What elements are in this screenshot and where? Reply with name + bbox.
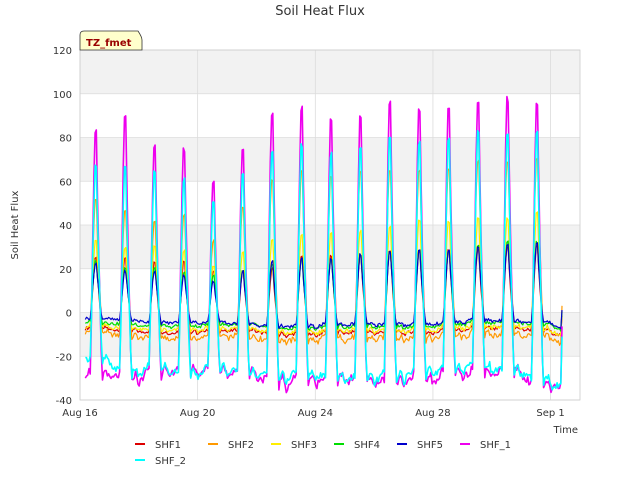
y-tick-label: 120 — [53, 46, 72, 57]
site-annotation: TZ_fmet — [79, 30, 143, 51]
site-annotation-text: TZ_fmet — [86, 38, 132, 49]
y-tick-label: -40 — [56, 396, 72, 407]
y-axis: -40 -20 0 20 40 60 80 100 120 — [53, 46, 72, 407]
legend-label: SHF_1 — [480, 440, 511, 451]
background-band — [80, 312, 580, 357]
chart-title: Soil Heat Flux — [275, 4, 365, 19]
y-tick-label: 0 — [66, 309, 72, 320]
x-tick-label: Aug 20 — [180, 408, 215, 419]
soil-heat-flux-chart: Soil Heat Flux Soil Heat Flux Time -40 -2… — [0, 0, 640, 480]
x-axis-label: Time — [553, 425, 578, 436]
y-tick-label: -20 — [56, 352, 72, 363]
chart-svg: Soil Heat Flux Soil Heat Flux Time -40 -2… — [10, 4, 581, 467]
x-axis: Aug 16 Aug 20 Aug 24 Aug 28 Sep 1 — [62, 408, 565, 419]
legend-label: SHF4 — [354, 440, 380, 451]
y-tick-label: 60 — [59, 177, 72, 188]
x-tick-label: Aug 28 — [415, 408, 450, 419]
legend-label: SHF_2 — [155, 456, 186, 467]
x-tick-label: Aug 24 — [298, 408, 333, 419]
y-tick-label: 100 — [53, 90, 72, 101]
background-band — [80, 50, 580, 94]
legend-label: SHF5 — [417, 440, 443, 451]
legend-label: SHF3 — [291, 440, 317, 451]
legend-label: SHF1 — [155, 440, 181, 451]
y-tick-label: 40 — [59, 221, 72, 232]
y-tick-label: 80 — [59, 134, 72, 145]
x-tick-label: Aug 16 — [62, 408, 97, 419]
x-tick-label: Sep 1 — [536, 408, 564, 419]
y-tick-label: 20 — [59, 265, 72, 276]
legend-label: SHF2 — [228, 440, 254, 451]
y-axis-label: Soil Heat Flux — [10, 190, 21, 259]
legend: SHF1 SHF2 SHF3 SHF4 SHF5 SHF_1 SHF_2 — [135, 440, 511, 467]
